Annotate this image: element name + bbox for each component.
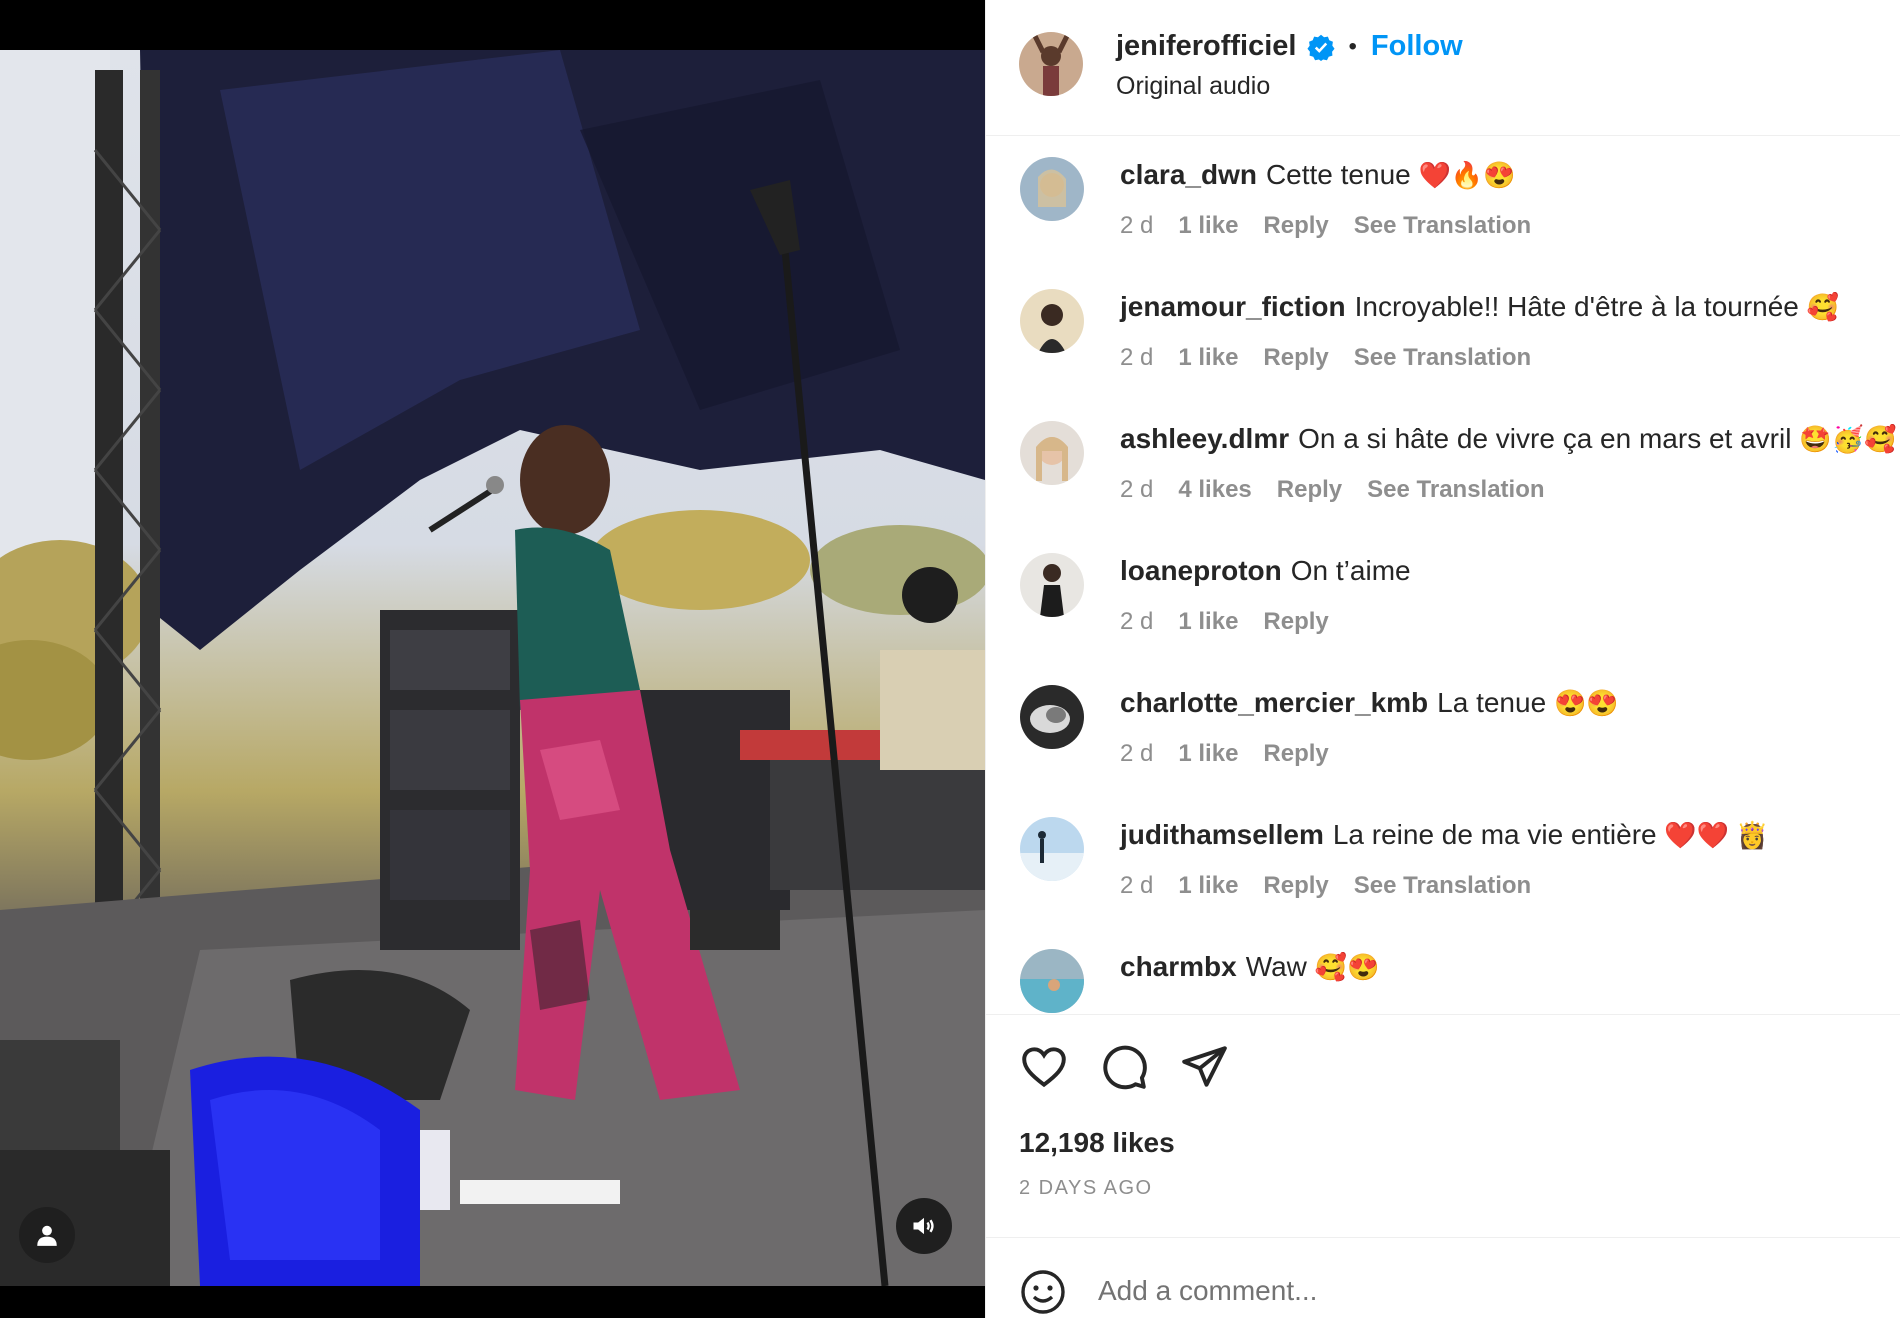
comment-text: Waw	[1245, 951, 1307, 982]
comment-meta: 2 d 1 like Reply See Translation	[1120, 344, 1531, 372]
comment-input[interactable]	[1098, 1266, 1858, 1316]
add-comment-bar	[986, 1237, 1900, 1318]
comment-username[interactable]: clara_dwn	[1120, 159, 1257, 190]
see-translation-button[interactable]: See Translation	[1354, 212, 1531, 240]
comment-time[interactable]: 2 d	[1120, 872, 1153, 900]
comment-time[interactable]: 2 d	[1120, 212, 1153, 240]
comment-text-line: judithamsellem La reine de ma vie entière…	[1120, 819, 1769, 851]
comment-meta: 2 d 1 like Reply See Translation	[1120, 872, 1531, 900]
comment-text: Incroyable!! Hâte d'être à la tournée	[1354, 291, 1799, 322]
comment-item: clara_dwn Cette tenue ❤️🔥😍 2 d 1 like Reply…	[986, 137, 1900, 269]
comment-time[interactable]: 2 d	[1120, 476, 1153, 504]
likes-count[interactable]: 12,198 likes	[1019, 1127, 1175, 1159]
commenter-avatar[interactable]	[1020, 949, 1084, 1013]
see-translation-button[interactable]: See Translation	[1354, 872, 1531, 900]
see-translation-button[interactable]: See Translation	[1354, 344, 1531, 372]
reply-button[interactable]: Reply	[1277, 476, 1342, 504]
comment-meta: 2 d 1 like Reply See Translation	[1120, 212, 1531, 240]
comment-text-line: clara_dwn Cette tenue ❤️🔥😍	[1120, 159, 1516, 191]
comment-text-line: loaneproton On t’aime	[1120, 555, 1411, 587]
concert-video-frame[interactable]	[0, 50, 985, 1286]
post-header: jeniferofficiel • Follow Original audio	[986, 0, 1900, 136]
post-sidebar: jeniferofficiel • Follow Original audio …	[985, 0, 1900, 1318]
comment-text: La tenue	[1437, 687, 1547, 718]
comment-time[interactable]: 2 d	[1120, 344, 1153, 372]
author-username[interactable]: jeniferofficiel	[1116, 30, 1297, 63]
smiley-icon[interactable]	[1019, 1268, 1067, 1316]
comment-text-line: ashleey.dlmr On a si hâte de vivre ça en …	[1120, 423, 1896, 455]
commenter-avatar[interactable]	[1020, 421, 1084, 485]
comment-text-line: jenamour_fiction Incroyable!! Hâte d'être…	[1120, 291, 1839, 323]
comment-likes[interactable]: 1 like	[1178, 344, 1238, 372]
comments-list[interactable]: clara_dwn Cette tenue ❤️🔥😍 2 d 1 like Reply…	[986, 137, 1900, 1013]
comment-likes[interactable]: 4 likes	[1178, 476, 1251, 504]
comment-item: loaneproton On t’aime 2 d 1 like Reply	[986, 533, 1900, 665]
audio-link[interactable]: Original audio	[1116, 72, 1270, 101]
follow-button[interactable]: Follow	[1371, 30, 1463, 63]
post-actions: 12,198 likes 2 DAYS AGO	[986, 1014, 1900, 1237]
heart-icon[interactable]	[1019, 1042, 1069, 1092]
verified-badge-icon	[1306, 34, 1335, 61]
comment-emoji: 🥰😍	[1314, 952, 1380, 982]
comment-emoji: ❤️❤️ 👸	[1664, 820, 1769, 850]
comment-item: jenamour_fiction Incroyable!! Hâte d'être…	[986, 269, 1900, 401]
comment-time[interactable]: 2 d	[1120, 740, 1153, 768]
video-letterbox-bottom	[0, 1286, 985, 1318]
comment-item: charlotte_mercier_kmb La tenue 😍😍 2 d 1 li…	[986, 665, 1900, 797]
comment-meta: 2 d 4 likes Reply See Translation	[1120, 476, 1545, 504]
comment-emoji: 😍😍	[1553, 688, 1619, 718]
separator-dot: •	[1348, 32, 1357, 60]
see-translation-button[interactable]: See Translation	[1367, 476, 1544, 504]
comment-username[interactable]: jenamour_fiction	[1120, 291, 1346, 322]
mute-toggle-button[interactable]	[896, 1198, 952, 1254]
reply-button[interactable]: Reply	[1263, 344, 1328, 372]
comment-meta: 2 d 1 like Reply	[1120, 608, 1329, 636]
speaker-icon	[913, 1217, 934, 1235]
comment-text: On t’aime	[1290, 555, 1411, 586]
comment-username[interactable]: loaneproton	[1120, 555, 1282, 586]
post-modal: jeniferofficiel • Follow Original audio …	[0, 0, 1900, 1318]
user-icon	[37, 1225, 57, 1246]
comment-text: On a si hâte de vivre ça en mars et avri…	[1298, 423, 1792, 454]
comment-emoji: ❤️🔥😍	[1418, 160, 1516, 190]
comment-emoji: 🥰	[1806, 292, 1840, 322]
action-icons	[1019, 1042, 1229, 1092]
commenter-avatar[interactable]	[1020, 685, 1084, 749]
comment-username[interactable]: charmbx	[1120, 951, 1237, 982]
post-date: 2 DAYS AGO	[1019, 1177, 1153, 1199]
comment-icon[interactable]	[1099, 1042, 1149, 1092]
comment-text-line: charlotte_mercier_kmb La tenue 😍😍	[1120, 687, 1619, 719]
tagged-users-button[interactable]	[19, 1207, 75, 1263]
comment-likes[interactable]: 1 like	[1178, 608, 1238, 636]
comment-item: ashleey.dlmr On a si hâte de vivre ça en …	[986, 401, 1900, 533]
video-letterbox-top	[0, 0, 985, 50]
comment-username[interactable]: charlotte_mercier_kmb	[1120, 687, 1428, 718]
comment-likes[interactable]: 1 like	[1178, 212, 1238, 240]
comment-likes[interactable]: 1 like	[1178, 740, 1238, 768]
comment-item: charmbx Waw 🥰😍	[986, 929, 1900, 1013]
comment-likes[interactable]: 1 like	[1178, 872, 1238, 900]
author-avatar[interactable]	[1019, 32, 1083, 96]
comment-item: judithamsellem La reine de ma vie entière…	[986, 797, 1900, 929]
comment-emoji: 🤩🥳🥰	[1799, 424, 1897, 454]
commenter-avatar[interactable]	[1020, 289, 1084, 353]
commenter-avatar[interactable]	[1020, 817, 1084, 881]
reply-button[interactable]: Reply	[1263, 740, 1328, 768]
reply-button[interactable]: Reply	[1263, 212, 1328, 240]
comment-time[interactable]: 2 d	[1120, 608, 1153, 636]
comment-text: Cette tenue	[1265, 159, 1411, 190]
comment-username[interactable]: ashleey.dlmr	[1120, 423, 1289, 454]
author-row: jeniferofficiel • Follow	[1116, 30, 1463, 63]
comment-username[interactable]: judithamsellem	[1120, 819, 1324, 850]
comment-text-line: charmbx Waw 🥰😍	[1120, 951, 1379, 983]
video-scene-graphic	[0, 50, 985, 1286]
send-icon[interactable]	[1179, 1042, 1229, 1092]
reply-button[interactable]: Reply	[1263, 872, 1328, 900]
comment-meta: 2 d 1 like Reply	[1120, 740, 1329, 768]
reply-button[interactable]: Reply	[1263, 608, 1328, 636]
commenter-avatar[interactable]	[1020, 157, 1084, 221]
video-player[interactable]	[0, 0, 985, 1318]
commenter-avatar[interactable]	[1020, 553, 1084, 617]
comment-text: La reine de ma vie entière	[1332, 819, 1657, 850]
